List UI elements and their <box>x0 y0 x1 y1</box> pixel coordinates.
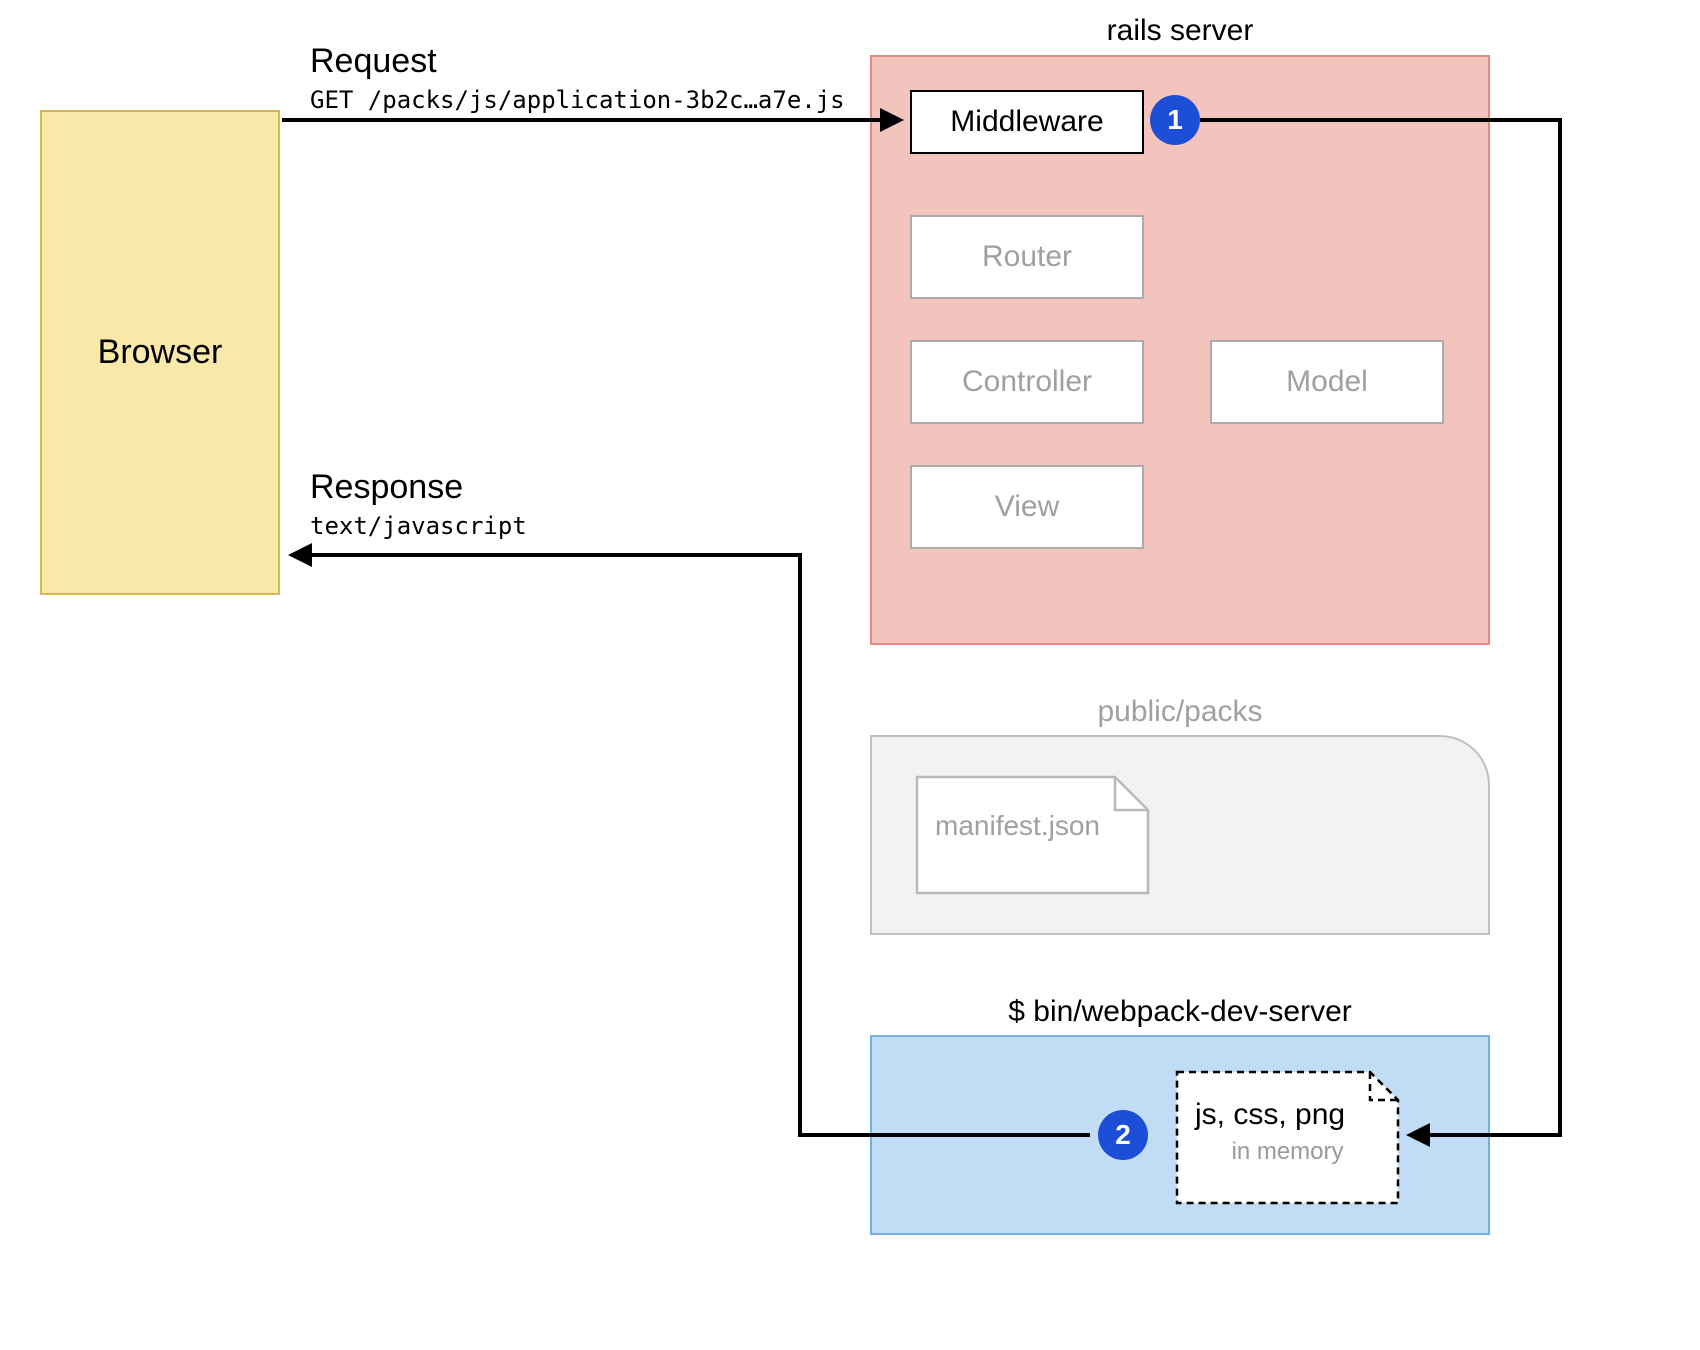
manifest-file-label: manifest.json <box>935 810 1100 842</box>
router-label: Router <box>982 240 1072 274</box>
step-badge-2: 2 <box>1098 1110 1148 1160</box>
browser-box: Browser <box>40 110 280 595</box>
model-label: Model <box>1286 365 1368 399</box>
response-title: Response <box>310 468 463 507</box>
middleware-box: Middleware <box>910 90 1144 154</box>
request-subtitle: GET /packs/js/application-3b2c…a7e.js <box>310 86 845 114</box>
step-badge-1-label: 1 <box>1167 104 1183 136</box>
request-title: Request <box>310 42 437 81</box>
step-badge-1: 1 <box>1150 95 1200 145</box>
router-box: Router <box>910 215 1144 299</box>
model-box: Model <box>1210 340 1444 424</box>
memory-file-label: js, css, png <box>1195 1098 1345 1132</box>
browser-label: Browser <box>98 333 223 372</box>
rails-server-title: rails server <box>870 14 1490 48</box>
memory-file-sublabel: in memory <box>1175 1138 1400 1166</box>
controller-box: Controller <box>910 340 1144 424</box>
devserver-title: $ bin/webpack-dev-server <box>870 995 1490 1029</box>
controller-label: Controller <box>962 365 1092 399</box>
view-label: View <box>995 490 1059 524</box>
view-box: View <box>910 465 1144 549</box>
middleware-label: Middleware <box>950 105 1103 139</box>
response-subtitle: text/javascript <box>310 512 527 540</box>
public-packs-title: public/packs <box>870 695 1490 729</box>
step-badge-2-label: 2 <box>1115 1119 1131 1151</box>
